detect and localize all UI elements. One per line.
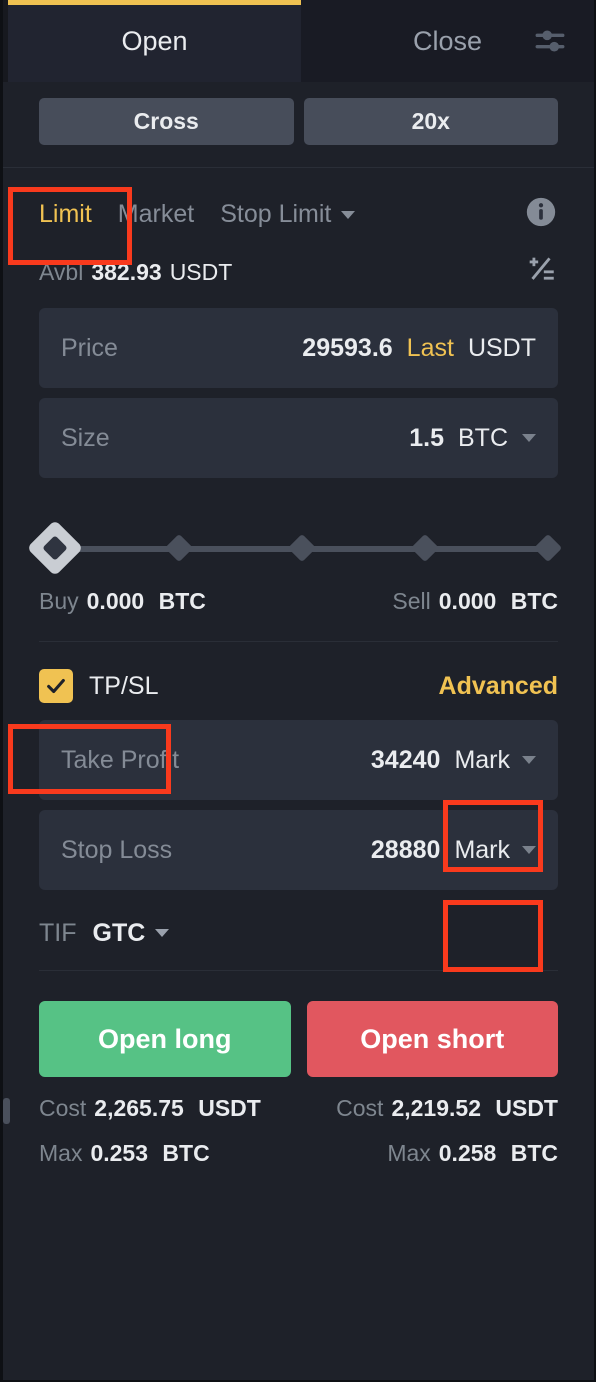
- slider-tick-100[interactable]: [533, 533, 563, 563]
- take-profit-label: Take Profit: [61, 745, 180, 774]
- tpsl-row: TP/SL Advanced: [3, 642, 594, 710]
- stop-loss-trigger-label: Mark: [454, 835, 510, 864]
- sell-value: 0.000: [438, 588, 497, 614]
- margin-leverage-row: Cross 20x: [3, 82, 594, 145]
- price-input[interactable]: Price 29593.6 Last USDT: [39, 308, 558, 388]
- margin-mode-button[interactable]: Cross: [39, 98, 294, 145]
- chevron-down-icon: [522, 756, 536, 764]
- chevron-down-icon[interactable]: [522, 434, 536, 442]
- leverage-button[interactable]: 20x: [303, 98, 558, 145]
- order-type-stop-limit[interactable]: Stop Limit: [220, 199, 356, 229]
- sliders-icon[interactable]: [518, 0, 582, 82]
- chevron-down-icon: [522, 846, 536, 854]
- open-long-label: Open long: [98, 1023, 232, 1054]
- take-profit-input[interactable]: Take Profit 34240 Mark: [39, 720, 558, 800]
- size-unit: BTC: [458, 423, 508, 452]
- sell-quantity: Sell 0.000 BTC: [392, 588, 558, 615]
- long-cost: Cost 2,265.75 USDT: [39, 1095, 261, 1122]
- order-type-limit[interactable]: Limit: [39, 200, 92, 229]
- stop-loss-value: 28880: [370, 835, 441, 864]
- buy-value: 0.000: [86, 588, 145, 614]
- price-mode-toggle[interactable]: Last: [407, 334, 454, 363]
- tif-value[interactable]: GTC: [93, 919, 146, 948]
- transfer-calculator-icon[interactable]: [524, 252, 558, 292]
- open-short-label: Open short: [360, 1023, 505, 1054]
- tab-open[interactable]: Open: [8, 0, 301, 82]
- long-max-label: Max: [39, 1140, 83, 1166]
- stop-loss-trigger-dropdown[interactable]: Mark: [454, 836, 536, 865]
- short-cost-value: 2,219.52: [391, 1095, 481, 1121]
- tpsl-label: TP/SL: [89, 671, 159, 700]
- tab-open-label: Open: [121, 25, 188, 56]
- long-cost-value: 2,265.75: [94, 1095, 184, 1121]
- action-buttons-row: Open long Open short: [3, 971, 594, 1077]
- buy-label: Buy: [39, 588, 79, 614]
- available-balance-value: 382.93: [91, 258, 162, 285]
- stop-loss-label: Stop Loss: [61, 835, 173, 864]
- order-type-row: Limit Market Stop Limit: [3, 168, 594, 246]
- tab-close-label: Close: [412, 25, 483, 56]
- take-profit-trigger-dropdown[interactable]: Mark: [454, 746, 536, 775]
- long-max: Max 0.253 BTC: [39, 1140, 210, 1167]
- chevron-down-icon[interactable]: [155, 929, 170, 937]
- margin-mode-label: Cross: [133, 108, 199, 134]
- stop-loss-input[interactable]: Stop Loss 28880 Mark: [39, 810, 558, 890]
- order-type-market[interactable]: Market: [118, 200, 194, 229]
- open-short-button[interactable]: Open short: [306, 1001, 558, 1077]
- order-direction-tabs: Open Close: [3, 0, 594, 82]
- max-row: Max 0.253 BTC Max 0.258 BTC: [3, 1122, 594, 1167]
- leverage-label: 20x: [411, 108, 450, 134]
- take-profit-value: 34240: [370, 745, 441, 774]
- buy-sell-quantity-row: Buy 0.000 BTC Sell 0.000 BTC: [3, 562, 594, 615]
- buy-unit: BTC: [158, 588, 206, 614]
- size-percent-slider[interactable]: [3, 478, 594, 577]
- open-long-button[interactable]: Open long: [39, 1001, 291, 1077]
- scrollbar-thumb[interactable]: [3, 1098, 10, 1124]
- sell-label: Sell: [392, 588, 431, 614]
- price-label: Price: [61, 333, 118, 362]
- advanced-link[interactable]: Advanced: [439, 672, 558, 701]
- tpsl-checkbox[interactable]: [39, 669, 73, 703]
- short-max: Max 0.258 BTC: [387, 1140, 558, 1167]
- info-icon[interactable]: [524, 195, 558, 234]
- buy-quantity: Buy 0.000 BTC: [39, 588, 206, 615]
- take-profit-trigger-label: Mark: [454, 745, 510, 774]
- slider-tick-75[interactable]: [410, 533, 440, 563]
- long-max-value: 0.253: [90, 1140, 149, 1166]
- available-balance-label: Avbl: [39, 258, 84, 285]
- order-entry-panel: Open Close Cross 20x Limit Market Stop L…: [0, 0, 596, 1382]
- available-balance-row: Avbl 382.93 USDT: [3, 246, 594, 298]
- cost-row: Cost 2,265.75 USDT Cost 2,219.52 USDT: [3, 1077, 594, 1122]
- size-input[interactable]: Size 1.5 BTC: [39, 398, 558, 478]
- slider-tick-50[interactable]: [287, 533, 317, 563]
- available-balance-unit: USDT: [169, 258, 233, 285]
- short-max-label: Max: [387, 1140, 431, 1166]
- tif-label: TIF: [39, 918, 77, 947]
- tif-row: TIF GTC: [3, 890, 594, 952]
- short-max-unit: BTC: [510, 1140, 558, 1166]
- order-type-stop-limit-label: Stop Limit: [220, 199, 332, 228]
- short-cost-unit: USDT: [495, 1095, 558, 1121]
- chevron-down-icon: [341, 210, 356, 219]
- long-max-unit: BTC: [162, 1140, 210, 1166]
- sell-unit: BTC: [510, 588, 558, 614]
- short-cost-label: Cost: [336, 1095, 384, 1121]
- price-unit: USDT: [467, 333, 536, 362]
- long-cost-label: Cost: [39, 1095, 87, 1121]
- short-cost: Cost 2,219.52 USDT: [336, 1095, 558, 1122]
- short-max-value: 0.258: [438, 1140, 497, 1166]
- slider-tick-25[interactable]: [164, 533, 194, 563]
- size-label: Size: [61, 423, 110, 452]
- price-value: 29593.6: [302, 333, 393, 362]
- size-value: 1.5: [409, 423, 444, 452]
- long-cost-unit: USDT: [198, 1095, 261, 1121]
